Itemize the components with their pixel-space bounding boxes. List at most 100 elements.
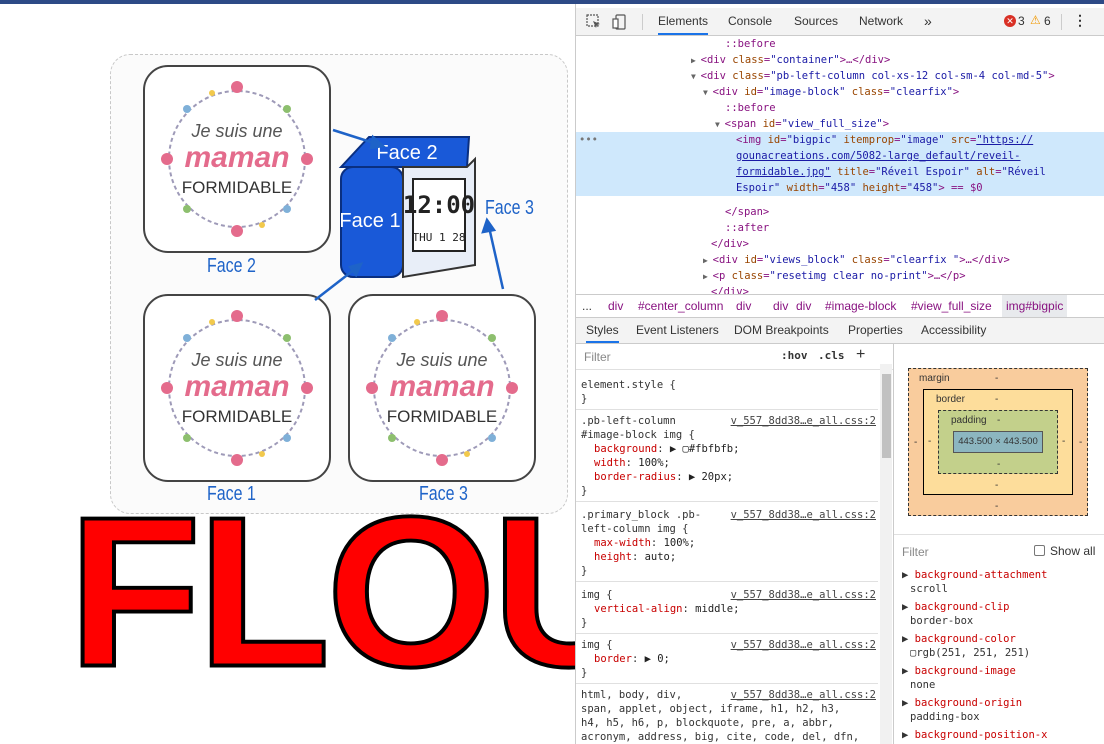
style-property[interactable]: max-width: 100%; [594, 536, 695, 550]
dom-node[interactable]: </span> [725, 204, 769, 220]
property-name: border-radius [594, 471, 677, 483]
stylesheet-link[interactable]: v_557_8dd38…e_all.css:2 [731, 508, 876, 522]
error-icon[interactable]: ✕ [1004, 15, 1016, 27]
svg-text:THU 1 28: THU 1 28 [413, 231, 466, 244]
stylesheet-link[interactable]: v_557_8dd38…e_all.css:2 [731, 638, 876, 652]
style-rule[interactable]: img { v_557_8dd38…e_all.css:2 vertical-ali… [576, 584, 878, 634]
breadcrumb-item[interactable]: #image-block [825, 295, 896, 317]
dom-node-img-src[interactable]: gounacreations.com/5082-large_default/re… [736, 148, 1020, 164]
colon: : [657, 443, 670, 455]
breadcrumb-item[interactable]: div [796, 295, 811, 317]
dom-node[interactable]: ▼ <div id="image-block" class="clearfix"… [703, 84, 959, 100]
attr-name: class [851, 86, 884, 98]
style-property[interactable]: border-radius: ▶ 20px; [594, 470, 733, 484]
device-toggle-icon[interactable] [612, 14, 628, 30]
rule-text: } [581, 393, 588, 405]
breadcrumb-item[interactable]: div [773, 295, 788, 317]
attr-name: id [744, 254, 757, 266]
page-viewport: Je suis une maman FORMIDABLE Je suis une… [0, 4, 575, 744]
styles-pane: Filter :hov .cls + element.style {} .pb-l… [576, 344, 894, 744]
tab-event-listeners[interactable]: Event Listeners [636, 318, 719, 343]
style-rule[interactable]: element.style {} [576, 374, 878, 410]
dom-node[interactable]: ::before [725, 36, 776, 52]
tab-dom-breakpoints[interactable]: DOM Breakpoints [734, 318, 829, 343]
dom-node-img[interactable]: <img id="bigpic" itemprop="image" src="h… [736, 132, 1033, 148]
product-image[interactable]: Je suis une maman FORMIDABLE Je suis une… [110, 54, 568, 514]
style-property[interactable]: width: 100%; [594, 456, 670, 470]
breadcrumb-item[interactable]: div [736, 295, 751, 317]
colon: : [631, 653, 645, 665]
tab-sources[interactable]: Sources [794, 8, 838, 35]
box-padding[interactable]: padding - - 443.500 × 443.500 [938, 410, 1058, 474]
dom-node[interactable]: ▼ <span id="view_full_size"> [715, 116, 889, 132]
computed-property[interactable]: ▶ background-clip [902, 601, 1009, 613]
stylesheet-link[interactable]: v_557_8dd38…e_all.css:2 [731, 414, 876, 428]
show-all-checkbox[interactable] [1034, 545, 1045, 556]
rule-selector: .pb-left-column [581, 415, 676, 427]
tab-elements[interactable]: Elements [658, 8, 709, 35]
tab-styles[interactable]: Styles [586, 318, 619, 343]
computed-filter-input[interactable]: Filter [902, 545, 929, 559]
rule-selector: acronym, address, big, cite, code, del, … [581, 731, 860, 743]
tab-properties[interactable]: Properties [848, 318, 903, 343]
more-tabs-button[interactable]: » [924, 8, 932, 35]
style-property[interactable]: height: auto; [594, 550, 676, 564]
dom-node[interactable]: </div> [711, 284, 749, 294]
tab-accessibility[interactable]: Accessibility [921, 318, 986, 343]
dom-node[interactable]: ::before [725, 100, 776, 116]
scrollbar-thumb[interactable] [882, 374, 891, 458]
kebab-menu-icon[interactable]: ⋮ [1073, 12, 1087, 29]
tab-network[interactable]: Network [859, 8, 903, 35]
dom-node[interactable]: ▶ <p class="resetimg clear no-print">…</… [703, 268, 966, 284]
new-rule-button[interactable]: + [856, 346, 865, 364]
stylesheet-link[interactable]: v_557_8dd38…e_all.css:2 [731, 588, 876, 602]
tag-open: <div [712, 254, 745, 266]
computed-property[interactable]: ▶ background-origin [902, 697, 1022, 709]
box-content[interactable]: 443.500 × 443.500 [953, 431, 1043, 453]
attr-value: "resetimg clear no-print" [769, 270, 928, 282]
svg-text:FORMIDABLE: FORMIDABLE [182, 178, 293, 197]
box-model: margin - - - - border - - - - padding - … [894, 344, 1104, 534]
breadcrumb-item[interactable]: #center_column [638, 295, 723, 317]
property-value: 100%; [638, 457, 670, 469]
style-rule[interactable]: html, body, div, v_557_8dd38…e_all.css:2 s… [576, 684, 878, 744]
dom-node[interactable]: ::after [725, 220, 769, 236]
style-property[interactable]: background: ▶ ▢#fbfbfb; [594, 442, 739, 456]
computed-property[interactable]: ▶ background-position-x [902, 729, 1047, 741]
hov-toggle[interactable]: :hov [781, 349, 808, 362]
dom-node[interactable]: </div> [711, 236, 749, 252]
tab-console[interactable]: Console [728, 8, 772, 35]
padding-top-value: - [997, 415, 1001, 426]
breadcrumb-item[interactable]: ... [582, 295, 592, 317]
box-border[interactable]: border - - - - padding - - 443.500 × 443… [923, 389, 1073, 495]
computed-property[interactable]: ▶ background-color [902, 633, 1016, 645]
padding-label: padding [951, 415, 987, 426]
property-name: background [594, 443, 658, 455]
style-rule[interactable]: img {v_557_8dd38…e_all.css:2 border: ▶ 0;… [576, 634, 878, 684]
styles-filter-input[interactable]: Filter [584, 350, 611, 364]
computed-name: background-clip [914, 601, 1010, 613]
cls-toggle[interactable]: .cls [818, 349, 845, 362]
node-actions-icon[interactable]: ••• [579, 134, 598, 146]
inspect-icon[interactable] [586, 14, 602, 30]
dom-node[interactable]: ▶ <div id="views_block" class="clearfix … [703, 252, 1010, 268]
box-margin[interactable]: margin - - - - border - - - - padding - … [908, 368, 1088, 516]
tag-close: >…</p> [927, 270, 966, 282]
style-property[interactable]: vertical-align: middle; [594, 602, 739, 616]
rule-selector: img { [581, 589, 613, 601]
svg-text:FORMIDABLE: FORMIDABLE [182, 407, 293, 426]
styles-scrollbar[interactable] [880, 364, 892, 744]
breadcrumb-item[interactable]: div [608, 295, 623, 317]
breadcrumb-item[interactable]: img#bigpic [1002, 295, 1068, 317]
style-property[interactable]: border: ▶ 0; [594, 652, 670, 666]
computed-property[interactable]: ▶ background-image [902, 665, 1016, 677]
dom-node[interactable]: ▼ <div class="pb-left-column col-xs-12 c… [691, 68, 1055, 84]
tag-close: >…</div> [839, 54, 891, 66]
style-rule[interactable]: .primary_block .pb-v_557_8dd38…e_all.css… [576, 504, 878, 582]
stylesheet-link[interactable]: v_557_8dd38…e_all.css:2 [731, 688, 876, 702]
computed-property[interactable]: ▶ background-attachment [902, 569, 1047, 581]
dom-node[interactable]: ▶ <div class="container">…</div> [691, 52, 890, 68]
warning-icon[interactable]: ⚠ [1030, 13, 1041, 27]
breadcrumb-item[interactable]: #view_full_size [911, 295, 992, 317]
style-rule[interactable]: .pb-left-column v_557_8dd38…e_all.css:2 #i… [576, 410, 878, 502]
